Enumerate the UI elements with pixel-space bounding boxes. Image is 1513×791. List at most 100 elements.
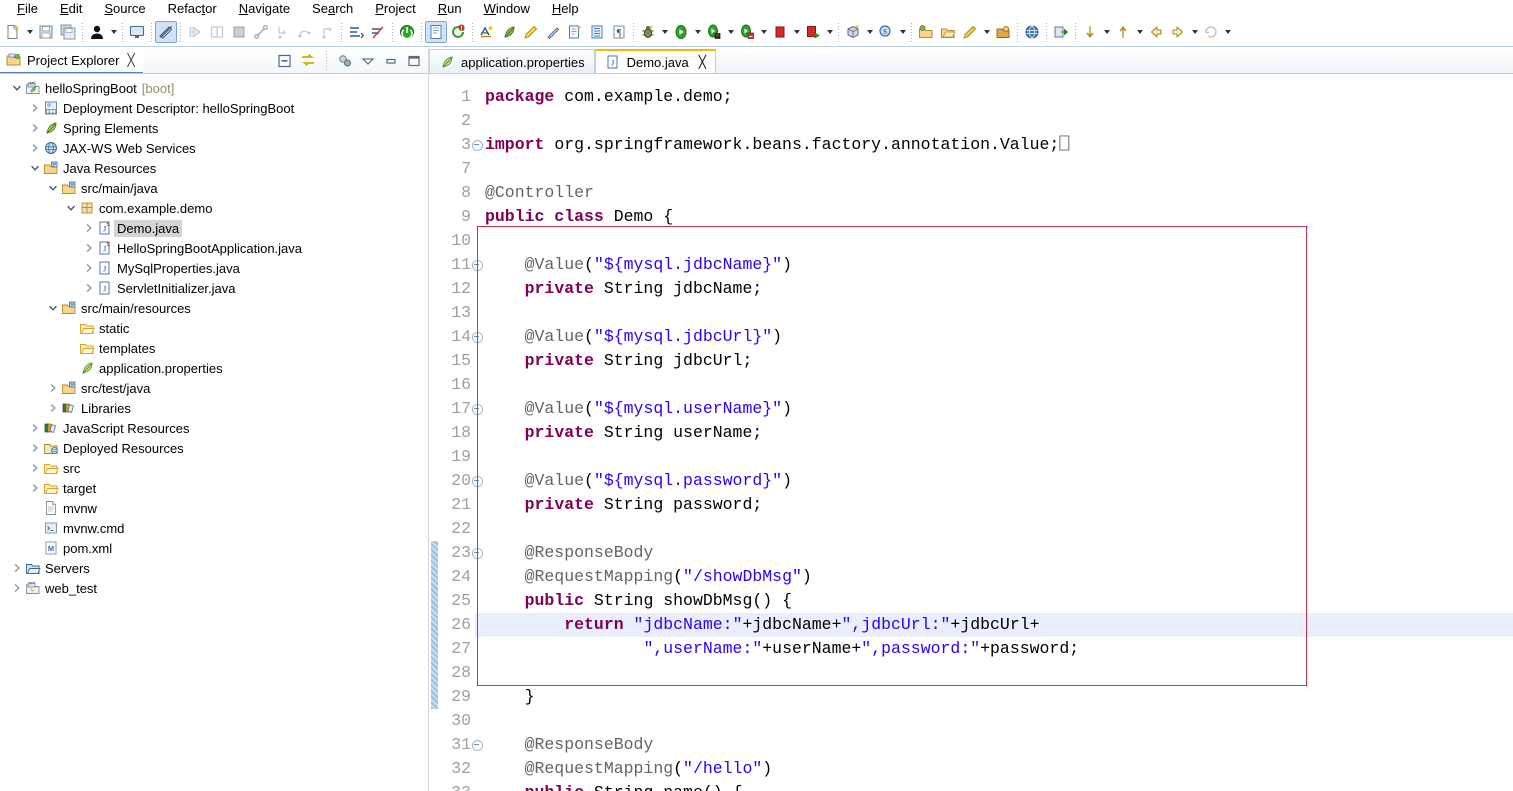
chevron-right-icon[interactable] [46,398,60,418]
menu-item-search[interactable]: Search [301,0,364,18]
chevron-down-icon[interactable] [10,78,24,98]
code-line[interactable]: @ResponseBody [485,733,1513,757]
tree-item-javascript-resources[interactable]: JavaScript Resources [0,418,428,438]
code-line[interactable] [485,445,1513,469]
editor-tab-demo-java[interactable]: J Demo.java ╳ [594,49,716,74]
chevron-down-icon[interactable] [64,198,78,218]
tree-item-jax-ws-web-services[interactable]: JAX-WS Web Services [0,138,428,158]
toolbar-button-next-annotation[interactable] [1079,21,1101,43]
code-line[interactable] [485,229,1513,253]
minimize-icon[interactable] [383,53,399,69]
view-menu-filter-icon[interactable] [337,53,353,69]
toolbar-button-stop-red[interactable] [769,21,791,43]
tree-item-com-example-demo[interactable]: com.example.demo [0,198,428,218]
code-line[interactable]: public String name() { [485,781,1513,791]
toolbar-button-new-java-class[interactable] [564,21,586,43]
toolbar-button-step-into[interactable] [272,21,294,43]
chevron-down-icon[interactable] [46,178,60,198]
toolbar-button-open-perspective[interactable] [992,21,1014,43]
toolbar-button-new-wizard[interactable] [2,21,24,43]
toolbar-button-forward-arrow[interactable] [1167,21,1189,43]
code-line[interactable]: @RequestMapping("/hello") [485,757,1513,781]
chevron-down-icon[interactable] [24,21,35,43]
chevron-down-icon[interactable] [1189,21,1200,43]
toolbar-button-run-coverage[interactable] [736,21,758,43]
chevron-right-icon[interactable] [46,378,60,398]
code-line[interactable]: @Value("${mysql.userName}") [485,397,1513,421]
menu-item-source[interactable]: Source [93,0,156,18]
code-line[interactable]: @Value("${mysql.jdbcName}") [485,253,1513,277]
editor-tab-application-properties[interactable]: application.properties [429,49,595,74]
toolbar-button-edit-pencil[interactable] [959,21,981,43]
code-line[interactable]: import org.springframework.beans.factory… [485,133,1513,157]
toolbar-button-debug-bug[interactable] [637,21,659,43]
toolbar-button-run-as-server[interactable] [703,21,725,43]
toolbar-button-open-type[interactable] [915,21,937,43]
tree-item-mvnw[interactable]: mvnw [0,498,428,518]
toolbar-button-step-over[interactable] [294,21,316,43]
menu-item-refactor[interactable]: Refactor [157,0,228,18]
chevron-right-icon[interactable] [82,278,96,298]
toolbar-button-console[interactable] [126,21,148,43]
menu-item-run[interactable]: Run [427,0,473,18]
chevron-down-icon[interactable] [824,21,835,43]
menu-item-window[interactable]: Window [473,0,541,18]
toolbar-button-resume[interactable] [184,21,206,43]
code-line[interactable] [485,709,1513,733]
chevron-down-icon[interactable] [1101,21,1112,43]
toolbar-button-disconnect[interactable] [250,21,272,43]
menu-item-project[interactable]: Project [364,0,426,18]
chevron-down-icon[interactable] [1134,21,1145,43]
menu-item-navigate[interactable]: Navigate [228,0,301,18]
fold-collapse-icon[interactable] [471,325,483,349]
tree-item-src-test-java[interactable]: src/test/java [0,378,428,398]
tree-item-static[interactable]: static [0,318,428,338]
tree-item-deployed-resources[interactable]: Deployed Resources [0,438,428,458]
toolbar-button-previous-annotation[interactable] [1112,21,1134,43]
menu-item-help[interactable]: Help [541,0,590,18]
code-line[interactable] [485,301,1513,325]
chevron-right-icon[interactable] [82,218,96,238]
menu-item-file[interactable]: File [6,0,49,18]
close-icon[interactable]: ╳ [127,53,134,67]
chevron-down-icon[interactable] [108,21,119,43]
toolbar-button-boot-dashboard[interactable] [425,21,447,43]
code-line[interactable]: private String jdbcUrl; [485,349,1513,373]
code-line[interactable]: private String jdbcName; [485,277,1513,301]
chevron-right-icon[interactable] [28,418,42,438]
chevron-right-icon[interactable] [28,138,42,158]
chevron-down-icon[interactable] [46,298,60,318]
chevron-down-icon[interactable] [659,21,670,43]
link-with-editor-icon[interactable] [300,53,316,69]
toolbar-button-open-resource[interactable] [937,21,959,43]
collapse-all-icon[interactable] [277,53,293,69]
toolbar-button-globe-browser[interactable] [1021,21,1043,43]
code-line[interactable]: @Value("${mysql.jdbcUrl}") [485,325,1513,349]
toolbar-button-pencil-yellow[interactable] [520,21,542,43]
tree-item-hellospringbootapplication-java[interactable]: J S HelloSpringBootApplication.java [0,238,428,258]
code-line[interactable]: public String showDbMsg() { [485,589,1513,613]
chevron-right-icon[interactable] [28,118,42,138]
tree-item-pom-xml[interactable]: Mpom.xml [0,538,428,558]
chevron-right-icon[interactable] [82,258,96,278]
toolbar-button-save[interactable] [35,21,57,43]
toolbar-button-save-all[interactable] [57,21,79,43]
tree-item-target[interactable]: target [0,478,428,498]
tree-item-servers[interactable]: Servers [0,558,428,578]
chevron-down-icon[interactable] [758,21,769,43]
tree-item-mvnw-cmd[interactable]: mvnw.cmd [0,518,428,538]
code-line[interactable]: return "jdbcName:"+jdbcName+",jdbcUrl:"+… [485,613,1513,637]
toolbar-button-toggle-mark-occurrences[interactable] [155,21,177,43]
chevron-down-icon[interactable] [864,21,875,43]
chevron-right-icon[interactable] [28,438,42,458]
toolbar-button-suspend[interactable] [206,21,228,43]
tree-item-application-properties[interactable]: application.properties [0,358,428,378]
editor-gutter[interactable]: 1 2 3 7 8 9 10 11 12 13 14 15 16 17 18 19 20 21 22 23 24 25 26… [429,74,475,791]
tree-item-demo-java[interactable]: J S Demo.java [0,218,428,238]
tree-item-mysqlproperties-java[interactable]: J MySqlProperties.java [0,258,428,278]
tab-project-explorer[interactable]: Project Explorer ╳ [0,48,143,74]
tree-item-hellospringboot[interactable]: M ShelloSpringBoot [boot] [0,78,428,98]
toolbar-button-back-arrow[interactable] [1145,21,1167,43]
code-line[interactable]: public class Demo { [485,205,1513,229]
chevron-down-icon[interactable] [692,21,703,43]
